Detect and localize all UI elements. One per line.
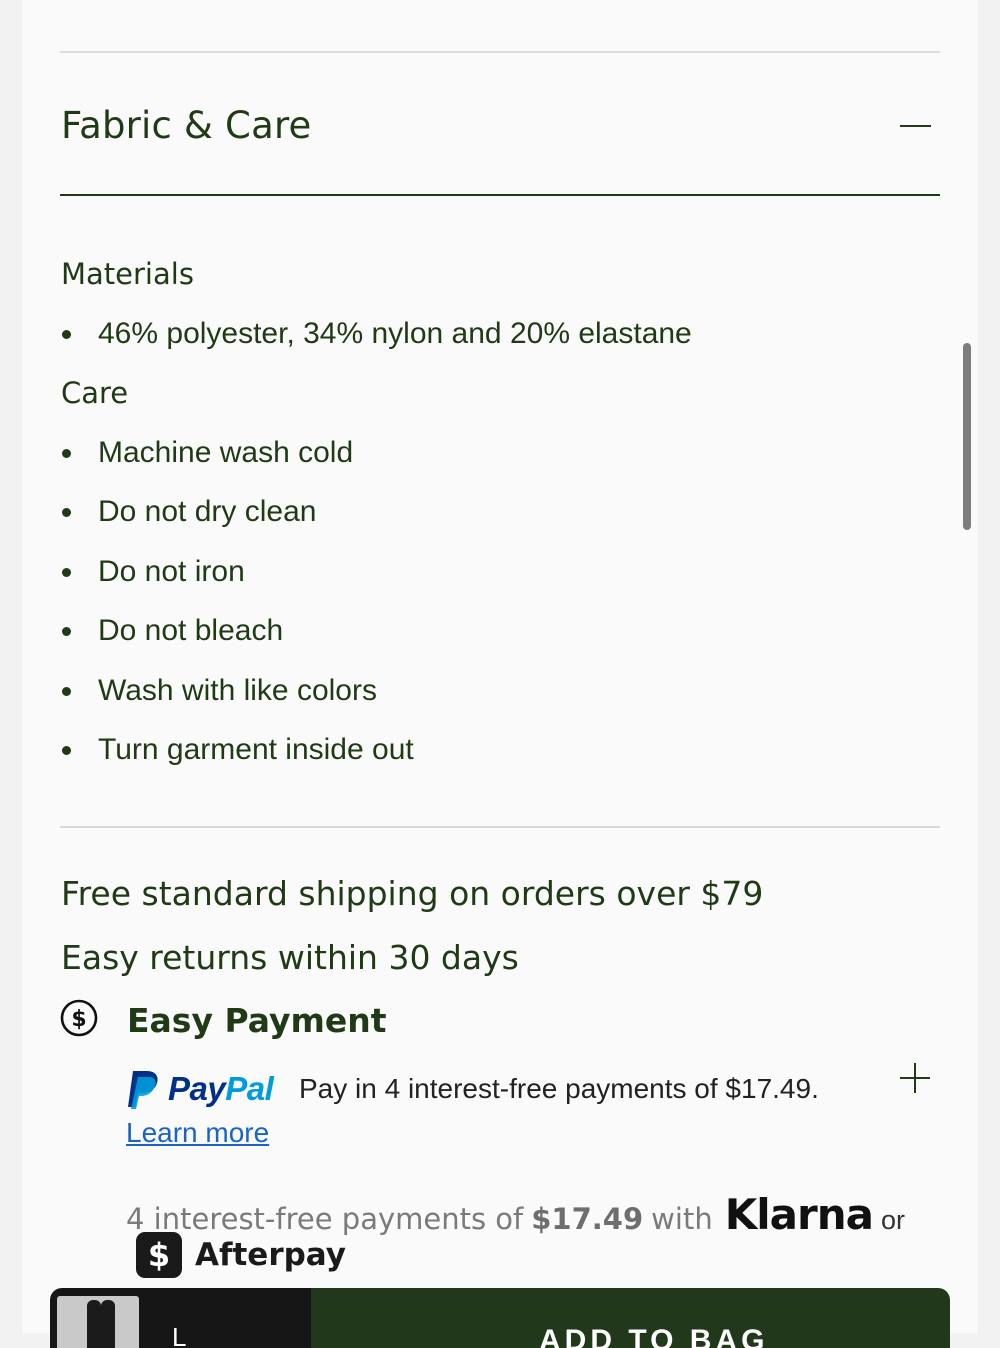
care-item-text: Wash with like colors (98, 674, 377, 707)
klarna-offer: 4 interest-free payments of $17.49 with … (126, 1190, 905, 1239)
paypal-p-icon (128, 1071, 158, 1109)
section-divider (60, 194, 940, 196)
add-to-bag-button[interactable]: ADD TO BAG (311, 1288, 950, 1348)
paypal-installments-text: Pay in 4 interest-free payments of $17.4… (299, 1073, 819, 1104)
returns-text: Easy returns within 30 days (61, 938, 519, 977)
bullet-icon (62, 687, 71, 696)
afterpay-option[interactable]: $ Afterpay (136, 1232, 346, 1278)
fabric-care-heading[interactable]: Fabric & Care (61, 104, 312, 147)
dollar-circle-icon: $ (60, 999, 98, 1037)
svg-text:$: $ (71, 1007, 86, 1032)
care-item-text: Do not bleach (98, 614, 284, 647)
bullet-icon (62, 627, 71, 636)
klarna-with: with (651, 1202, 713, 1236)
klarna-amount: $17.49 (531, 1202, 644, 1236)
materials-label: Materials (61, 257, 194, 291)
selected-size: L (172, 1322, 187, 1348)
bullet-icon (62, 508, 71, 517)
easy-payment-title: Easy Payment (127, 1001, 387, 1040)
paypal-logo: PayPal (126, 1067, 274, 1111)
care-item-text: Do not iron (98, 555, 245, 588)
care-label: Care (61, 376, 129, 410)
add-to-bag-label: ADD TO BAG (539, 1324, 769, 1348)
paypal-wordmark: PayPal (168, 1070, 274, 1108)
minus-icon (900, 125, 931, 127)
or-text: or (880, 1205, 905, 1235)
bullet-icon (62, 330, 71, 339)
klarna-prefix: 4 interest-free payments of (126, 1202, 524, 1236)
scrollbar[interactable] (963, 343, 971, 530)
learn-more-link[interactable]: Learn more (126, 1117, 269, 1149)
afterpay-label: Afterpay (195, 1237, 346, 1273)
product-summary[interactable]: L (50, 1288, 311, 1348)
paypal-wordmark-pay: Pay (168, 1070, 226, 1107)
free-shipping-text: Free standard shipping on orders over $7… (61, 874, 764, 913)
expand-button[interactable] (898, 1061, 932, 1095)
paypal-wordmark-pal: Pal (225, 1070, 274, 1107)
materials-text: 46% polyester, 34% nylon and 20% elastan… (98, 317, 692, 350)
sticky-add-to-bag-bar: L ADD TO BAG (50, 1288, 950, 1348)
bullet-icon (62, 568, 71, 577)
klarna-logo[interactable]: Klarna (725, 1190, 874, 1239)
bullet-icon (62, 746, 71, 755)
afterpay-icon: $ (136, 1232, 182, 1278)
bullet-icon (62, 449, 71, 458)
care-item-text: Turn garment inside out (98, 733, 414, 766)
divider (60, 826, 940, 828)
care-item-text: Machine wash cold (98, 436, 354, 469)
care-item-text: Do not dry clean (98, 495, 317, 528)
divider (60, 51, 940, 53)
collapse-button[interactable] (898, 110, 934, 146)
product-thumbnail (57, 1296, 139, 1348)
